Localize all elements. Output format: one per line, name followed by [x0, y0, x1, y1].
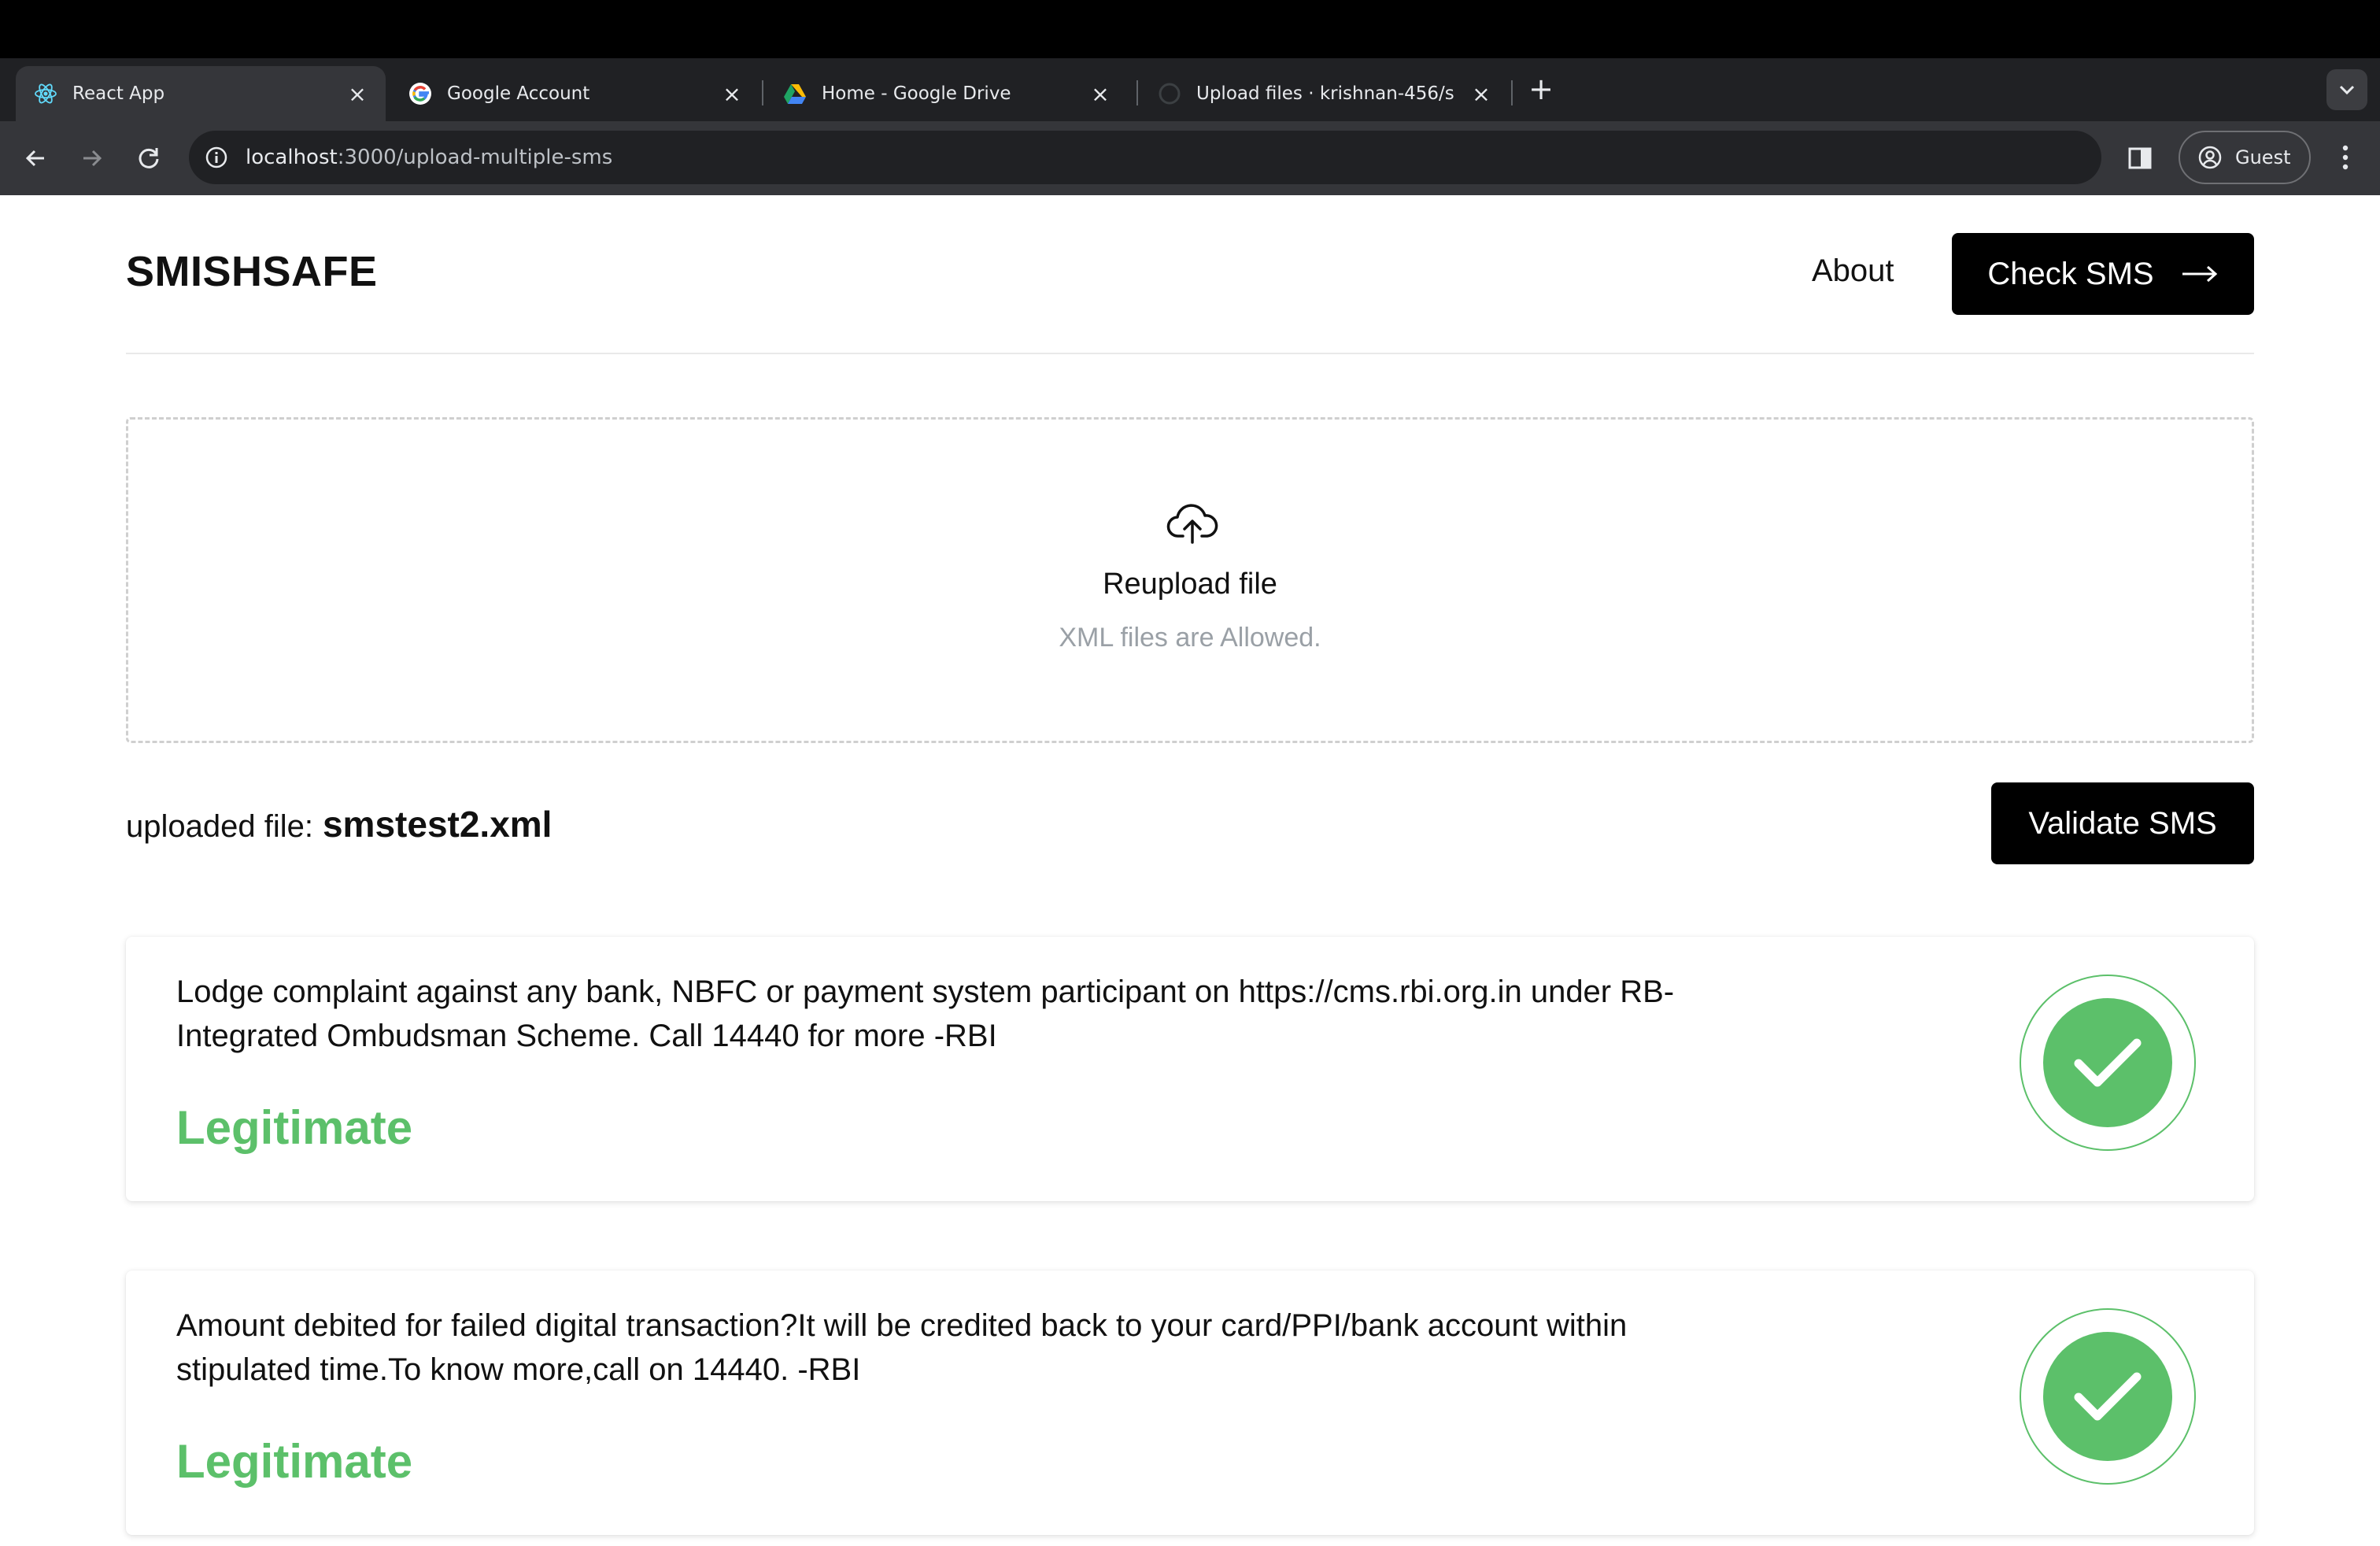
tab-title: Home - Google Drive — [822, 83, 1011, 104]
profile-label: Guest — [2235, 146, 2291, 168]
arrow-left-icon — [25, 150, 44, 167]
check-sms-button[interactable]: Check SMS — [1952, 233, 2254, 315]
system-top-bar — [0, 0, 2380, 58]
site-info-icon[interactable] — [203, 144, 230, 171]
profile-icon — [2198, 146, 2222, 169]
result-card: Lodge complaint against any bank, NBFC o… — [126, 937, 2254, 1201]
url-text: localhost:3000/upload-multiple-sms — [246, 146, 612, 169]
verdict-label: Legitimate — [176, 1435, 413, 1488]
arrow-right-icon — [83, 150, 102, 167]
page-content: SMISHSAFE About Check SMS Reupload file … — [0, 195, 2380, 1546]
address-bar[interactable]: localhost:3000/upload-multiple-sms — [189, 131, 2101, 184]
side-panel-icon — [2128, 147, 2152, 169]
dropzone-title: Reupload file — [1103, 568, 1277, 601]
reload-icon — [139, 148, 159, 168]
dropzone-subtitle: XML files are Allowed. — [1059, 623, 1321, 653]
file-dropzone[interactable]: Reupload file XML files are Allowed. — [126, 417, 2254, 743]
result-card: Amount debited for failed digital transa… — [126, 1270, 2254, 1535]
uploaded-file-prefix: uploaded file: — [126, 809, 313, 844]
tab-strip: React App × Google Account × Home - Goog… — [0, 58, 2380, 121]
header-divider — [126, 353, 2254, 354]
tab-separator — [1136, 80, 1138, 105]
forward-button[interactable] — [74, 140, 110, 176]
reload-button[interactable] — [131, 140, 167, 176]
close-tab-icon[interactable]: × — [1469, 81, 1494, 107]
new-tab-button[interactable]: + — [1527, 74, 1555, 105]
uploaded-file-info: uploaded file: smstest2.xml — [126, 803, 552, 845]
more-vert-icon — [2342, 145, 2349, 170]
url-path: :3000/upload-multiple-sms — [337, 146, 613, 169]
legitimate-badge — [2020, 1308, 2196, 1485]
tab-separator — [1511, 80, 1513, 105]
tab-title: Upload files · krishnan-456/s — [1196, 83, 1454, 104]
tab-separator — [762, 80, 763, 105]
arrow-right-icon — [2181, 264, 2219, 283]
google-icon — [408, 81, 433, 106]
browser-menu-button[interactable] — [2339, 142, 2352, 173]
tab-search-button[interactable] — [2326, 69, 2367, 110]
google-drive-icon — [782, 81, 808, 106]
url-host: localhost — [246, 146, 338, 169]
sms-message: Lodge complaint against any bank, NBFC o… — [176, 975, 1675, 1053]
tab-google-drive[interactable]: Home - Google Drive × — [765, 66, 1129, 121]
check-sms-label: Check SMS — [1987, 256, 2154, 291]
profile-button[interactable]: Guest — [2179, 131, 2311, 184]
tab-upload-files[interactable]: Upload files · krishnan-456/s × — [1140, 66, 1510, 121]
close-tab-icon[interactable]: × — [719, 81, 745, 107]
about-link[interactable]: About — [1812, 253, 1894, 289]
tab-google-account[interactable]: Google Account × — [390, 66, 760, 121]
validate-sms-button[interactable]: Validate SMS — [1991, 782, 2254, 864]
cloud-upload-icon — [1166, 501, 1219, 546]
close-tab-icon[interactable]: × — [1088, 81, 1113, 107]
tab-react-app[interactable]: React App × — [16, 66, 386, 121]
chevron-down-icon — [2339, 85, 2355, 95]
legitimate-badge — [2020, 975, 2196, 1151]
github-icon — [1157, 81, 1182, 106]
tab-title: Google Account — [447, 83, 590, 104]
back-button[interactable] — [17, 140, 54, 176]
side-panel-button[interactable] — [2127, 145, 2153, 172]
close-tab-icon[interactable]: × — [345, 81, 370, 107]
uploaded-file-name: smstest2.xml — [322, 804, 552, 845]
brand-logo[interactable]: SMISHSAFE — [126, 247, 378, 296]
react-icon — [33, 81, 58, 106]
checkmark-icon — [2043, 998, 2172, 1127]
tab-title: React App — [72, 83, 165, 104]
sms-message: Amount debited for failed digital transa… — [176, 1308, 1628, 1387]
checkmark-icon — [2043, 1332, 2172, 1461]
verdict-label: Legitimate — [176, 1101, 413, 1154]
